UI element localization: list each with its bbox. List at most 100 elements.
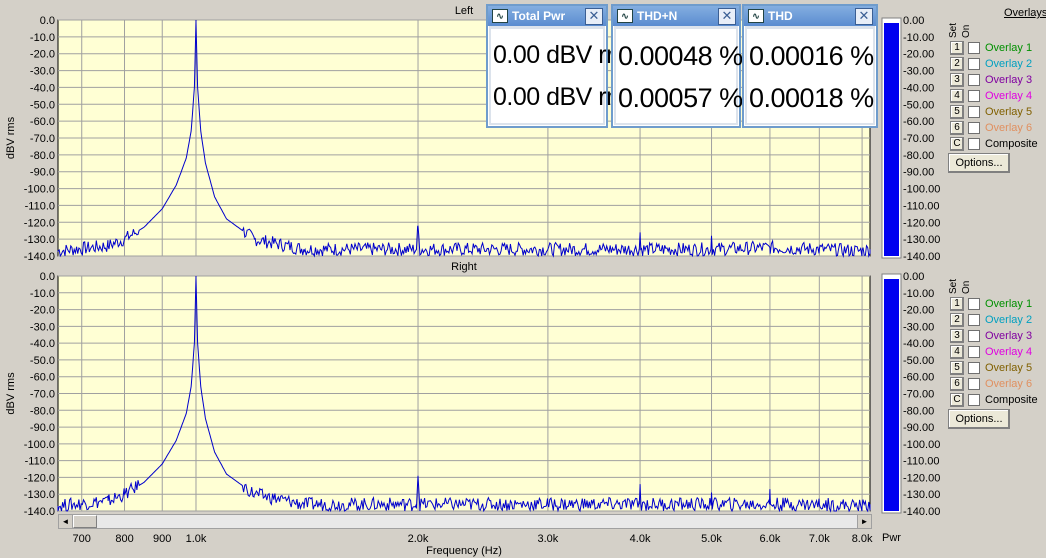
y-tick-label: -90.0 (30, 167, 55, 179)
thd-meter[interactable]: ∿ THD ✕ 0.00016 % 0.00018 % (742, 4, 878, 128)
overlay-set-button[interactable]: 1 (950, 296, 964, 311)
y-tick-label: -120.0 (24, 472, 55, 484)
meter-value-right: 0.00057 % (618, 83, 743, 113)
overlay-set-button[interactable]: 6 (950, 120, 964, 135)
y-tick-label: -120.0 (24, 217, 55, 229)
overlay-checkbox[interactable] (968, 313, 980, 326)
scroll-thumb[interactable] (73, 515, 97, 528)
waveform-icon: ∿ (617, 9, 633, 23)
horizontal-scrollbar[interactable]: ◄ ► (58, 514, 872, 529)
bar-scale-label: -10.00 (903, 288, 934, 300)
overlay-checkbox[interactable] (968, 393, 980, 406)
bar-scale-label: -100.00 (903, 439, 940, 451)
x-tick-label: 2.0k (408, 533, 429, 545)
bar-scale-label: -20.00 (903, 305, 934, 317)
meter-readout: 0.00048 % 0.00057 % (616, 29, 743, 123)
overlay-checkbox[interactable] (968, 105, 980, 118)
meter-readout: 0.00016 % 0.00018 % (747, 29, 874, 123)
chart-title: Left (455, 5, 473, 17)
overlay-set-button[interactable]: 4 (950, 88, 964, 103)
overlay-label: Overlay 2 (985, 57, 1033, 70)
overlay-checkbox[interactable] (968, 41, 980, 54)
meter-readout: 0.00 dBV rms 0.00 dBV rms (491, 29, 639, 123)
overlay-set-button[interactable]: 3 (950, 72, 964, 87)
overlay-label: Overlay 3 (985, 73, 1033, 86)
overlay-label: Overlay 6 (985, 121, 1033, 134)
bar-scale-label: -130.00 (903, 489, 940, 501)
overlay-set-button[interactable]: 4 (950, 344, 964, 359)
overlay-checkbox[interactable] (968, 73, 980, 86)
overlay-set-button[interactable]: 6 (950, 376, 964, 391)
y-tick-label: -50.0 (30, 99, 55, 111)
y-tick-label: -70.0 (30, 133, 55, 145)
y-tick-label: -100.0 (24, 184, 55, 196)
scroll-left-arrow[interactable]: ◄ (59, 515, 73, 528)
power-bar-left (884, 22, 899, 256)
close-icon[interactable]: ✕ (855, 8, 873, 25)
close-icon[interactable]: ✕ (718, 8, 736, 25)
overlay-checkbox[interactable] (968, 361, 980, 374)
y-tick-label: -10.0 (30, 32, 55, 44)
overlay-row: 4 Overlay 4 (946, 344, 1032, 359)
x-tick-label: 900 (153, 533, 171, 545)
bar-scale-label: -60.00 (903, 116, 934, 128)
bar-scale-label: 0.00 (903, 271, 924, 283)
power-bar-label: Pwr (882, 532, 901, 544)
x-tick-label: 8.0k (852, 533, 873, 545)
options-button[interactable]: Options... (948, 409, 1010, 429)
close-icon[interactable]: ✕ (585, 8, 603, 25)
total-power-meter[interactable]: ∿ Total Pwr ✕ 0.00 dBV rms 0.00 dBV rms (486, 4, 639, 128)
overlay-checkbox[interactable] (968, 377, 980, 390)
overlay-set-button[interactable]: 1 (950, 40, 964, 55)
bar-scale-label: -110.00 (903, 200, 940, 212)
bar-scale-label: -110.00 (903, 456, 940, 468)
y-tick-label: -100.0 (24, 439, 55, 451)
y-tick-label: -20.0 (30, 305, 55, 317)
scroll-right-arrow[interactable]: ► (857, 515, 871, 528)
y-tick-label: -80.0 (30, 405, 55, 417)
y-tick-label: -40.0 (30, 338, 55, 350)
overlay-checkbox[interactable] (968, 329, 980, 342)
y-tick-label: -80.0 (30, 150, 55, 162)
y-tick-label: -130.0 (24, 489, 55, 501)
overlay-set-button[interactable]: 5 (950, 104, 964, 119)
bar-scale-label: -120.00 (903, 217, 940, 229)
bar-scale-label: -80.00 (903, 150, 934, 162)
overlay-set-button[interactable]: 2 (950, 56, 964, 71)
overlay-row: C Composite (946, 136, 1038, 151)
overlay-label: Overlay 4 (985, 345, 1033, 358)
overlay-set-button[interactable]: C (950, 392, 964, 407)
x-tick-label: 7.0k (809, 533, 830, 545)
options-button[interactable]: Options... (948, 153, 1010, 173)
overlay-checkbox[interactable] (968, 89, 980, 102)
overlay-set-button[interactable]: 2 (950, 312, 964, 327)
y-tick-label: -60.0 (30, 372, 55, 384)
overlay-checkbox[interactable] (968, 137, 980, 150)
overlay-checkbox[interactable] (968, 121, 980, 134)
y-tick-label: -140.0 (24, 506, 55, 518)
chart-title: Right (451, 261, 477, 273)
bar-scale-label: -20.00 (903, 49, 934, 61)
overlay-row: 6 Overlay 6 (946, 120, 1032, 135)
overlay-row: C Composite (946, 392, 1038, 407)
set-label: Set (948, 278, 959, 294)
overlay-label: Overlay 2 (985, 313, 1033, 326)
overlay-set-button[interactable]: 5 (950, 360, 964, 375)
overlay-set-button[interactable]: C (950, 136, 964, 151)
overlay-label: Overlay 1 (985, 41, 1033, 54)
x-tick-label: 4.0k (630, 533, 651, 545)
overlay-panel-right: Set On 1 Overlay 1 2 Overlay 2 3 Overlay 3 … (946, 276, 1046, 436)
y-tick-label: -110.0 (25, 200, 55, 212)
bar-scale-label: -70.00 (903, 133, 934, 145)
overlay-set-button[interactable]: 3 (950, 328, 964, 343)
overlay-checkbox[interactable] (968, 345, 980, 358)
y-tick-label: 0.0 (40, 271, 55, 283)
bar-scale-label: -90.00 (903, 422, 934, 434)
thd-n-meter[interactable]: ∿ THD+N ✕ 0.00048 % 0.00057 % (611, 4, 743, 128)
bar-scale-label: -140.00 (903, 251, 940, 263)
meter-value-left: 0.00016 % (749, 41, 874, 71)
y-tick-label: -70.0 (30, 389, 55, 401)
bar-scale-label: -140.00 (903, 506, 940, 518)
overlay-checkbox[interactable] (968, 57, 980, 70)
overlay-checkbox[interactable] (968, 297, 980, 310)
